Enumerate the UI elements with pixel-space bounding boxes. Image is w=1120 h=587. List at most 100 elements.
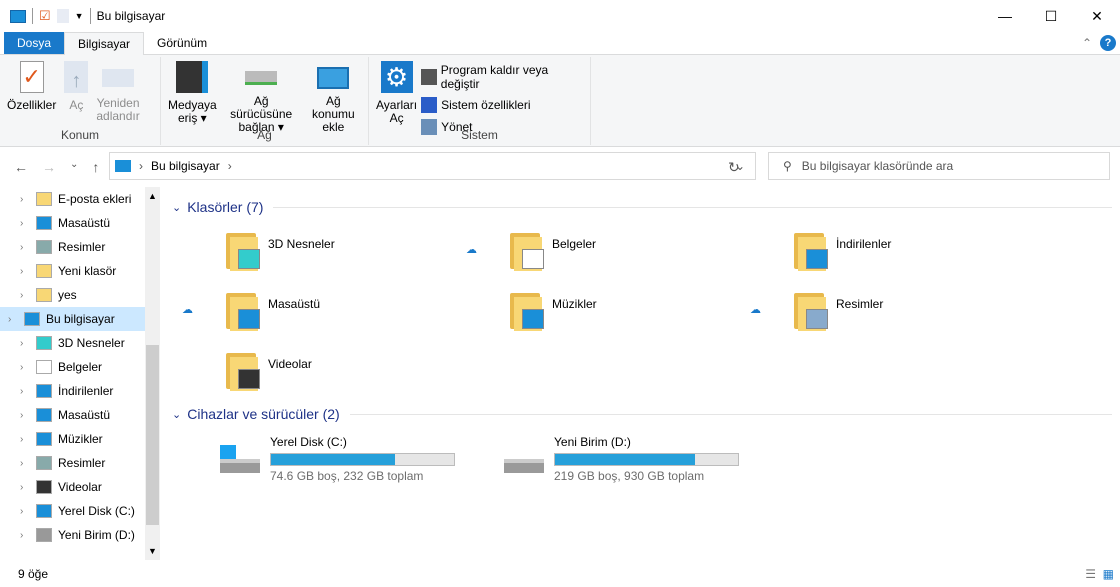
navigation-pane: › E-posta ekleri › Masaüstü › Resimler › Yeni k… [0,187,160,560]
folder-name: Müzikler [552,297,597,311]
expand-chevron-icon[interactable]: › [20,458,30,469]
sidebar-item-label: Resimler [58,456,106,470]
sidebar-item[interactable]: › Resimler [0,235,145,259]
expand-chevron-icon[interactable]: › [20,482,30,493]
expand-chevron-icon[interactable]: › [8,314,18,325]
scroll-down-icon[interactable]: ▼ [148,546,157,556]
sidebar-item-icon [36,504,52,518]
collapse-ribbon-icon[interactable]: ⌃ [1082,36,1092,50]
sidebar-item[interactable]: › Bu bilgisayar [0,307,145,331]
sidebar-item-icon [36,192,52,206]
group-system: ⚙ Ayarları Aç Program kaldır veya değiştir… [369,57,591,145]
sidebar-item-icon [36,432,52,446]
sidebar-item[interactable]: › Yeni klasör [0,259,145,283]
large-icons-view-icon[interactable]: ▦ [1103,567,1114,581]
window-title: Bu bilgisayar [96,9,166,23]
uninstall-program-button[interactable]: Program kaldır veya değiştir [421,63,587,91]
expand-chevron-icon[interactable]: › [20,218,30,229]
sidebar-item-icon [36,480,52,494]
expand-chevron-icon[interactable]: › [20,242,30,253]
expand-chevron-icon[interactable]: › [20,194,30,205]
scroll-up-icon[interactable]: ▲ [148,191,157,201]
sidebar-item-label: Masaüstü [58,408,111,422]
search-icon: ⚲ [783,159,792,173]
scrollbar-thumb[interactable] [146,345,159,525]
search-input[interactable]: ⚲ Bu bilgisayar klasöründe ara [768,152,1110,180]
sidebar-item-icon [36,528,52,542]
divider [32,8,33,24]
drives-section-header[interactable]: ⌄ Cihazlar ve sürücüler (2) [172,406,1112,422]
sidebar-item[interactable]: › Yeni Birim (D:) [0,523,145,547]
address-bar[interactable]: › Bu bilgisayar › ⌄ [109,152,756,180]
sidebar-item-icon [36,336,52,350]
forward-button[interactable]: → [42,159,56,175]
customize-quick-access-icon[interactable]: ▼ [75,11,84,21]
tab-view[interactable]: Görünüm [144,32,220,54]
expand-chevron-icon[interactable]: › [20,506,30,517]
program-icon [421,69,437,85]
expand-chevron-icon[interactable]: › [20,290,30,301]
group-network: Medyaya eriş ▾ Ağ sürücüsüne bağlan ▾ Ağ k… [161,57,369,145]
computer-icon [10,9,26,23]
folder-item[interactable]: Masaüstü [224,289,320,331]
properties-quick-icon[interactable]: ☑ [39,8,51,24]
expand-chevron-icon[interactable]: › [20,530,30,541]
sidebar-item-icon [36,288,52,302]
sidebar-item-label: Yerel Disk (C:) [58,504,135,518]
sidebar-item[interactable]: › Yerel Disk (C:) [0,499,145,523]
sidebar-item[interactable]: › 3D Nesneler [0,331,145,355]
expand-chevron-icon[interactable]: › [20,386,30,397]
sidebar-item[interactable]: › E-posta ekleri [0,187,145,211]
recent-locations-button[interactable]: ⌄ [70,159,78,175]
maximize-button[interactable]: ☐ [1028,0,1074,32]
group-location: ✓ Özellikler ↑ Aç Yeniden adlandır Konum [0,57,161,145]
tab-file[interactable]: Dosya [4,32,65,54]
sidebar-item-label: Belgeler [58,360,103,374]
sidebar-item[interactable]: › yes [0,283,145,307]
system-properties-button[interactable]: Sistem özellikleri [421,97,587,113]
sidebar-item[interactable]: › Müzikler [0,427,145,451]
sidebar-item[interactable]: › Resimler [0,451,145,475]
network-drive-icon [245,71,278,85]
back-button[interactable]: ← [14,159,28,175]
folder-name: Videolar [268,357,312,371]
help-icon[interactable]: ? [1100,35,1116,51]
minimize-button[interactable]: — [982,0,1028,32]
expand-chevron-icon[interactable]: › [20,410,30,421]
folder-item[interactable]: Videolar [224,349,312,391]
expand-chevron-icon[interactable]: › [20,266,30,277]
sidebar-item[interactable]: › Videolar [0,475,145,499]
system-properties-icon [421,97,438,113]
expand-chevron-icon[interactable]: › [20,434,30,445]
scrollbar[interactable]: ▲ ▼ [145,187,160,560]
tab-computer[interactable]: Bilgisayar [64,32,145,56]
folder-name: Resimler [836,297,884,311]
drive-item[interactable]: Yerel Disk (C:) 74.6 GB boş, 232 GB topla… [220,435,455,483]
folders-section-header[interactable]: ⌄ Klasörler (7) [172,199,1112,215]
close-button[interactable]: ✕ [1074,0,1120,32]
sidebar-item-label: E-posta ekleri [58,192,132,206]
cloud-sync-icon: ☁ [466,244,477,256]
folder-item[interactable]: Belgeler [508,229,596,271]
expand-chevron-icon[interactable]: › [20,362,30,373]
expand-chevron-icon[interactable]: › [20,338,30,349]
new-folder-quick-icon[interactable] [56,9,69,23]
folder-icon [508,229,544,271]
folder-item[interactable]: Resimler [792,289,883,331]
details-view-icon[interactable]: ☰ [1085,567,1096,581]
sidebar-item[interactable]: › İndirilenler [0,379,145,403]
folder-icon [792,229,828,271]
drive-item[interactable]: Yeni Birim (D:) 219 GB boş, 930 GB toplam [504,435,739,483]
breadcrumb-this-pc[interactable]: Bu bilgisayar [151,159,220,173]
folder-item[interactable]: İndirilenler [792,229,891,271]
status-bar: 9 öğe ☰ ▦ [18,566,1114,581]
sidebar-item[interactable]: › Masaüstü [0,403,145,427]
folder-item[interactable]: Müzikler [508,289,597,331]
sidebar-item-icon [36,456,52,470]
up-button[interactable]: ↑ [92,159,99,175]
cloud-sync-icon: ☁ [750,304,761,316]
folder-item[interactable]: 3D Nesneler [224,229,335,271]
refresh-button[interactable]: ↻ [728,159,740,176]
sidebar-item[interactable]: › Masaüstü [0,211,145,235]
sidebar-item[interactable]: › Belgeler [0,355,145,379]
